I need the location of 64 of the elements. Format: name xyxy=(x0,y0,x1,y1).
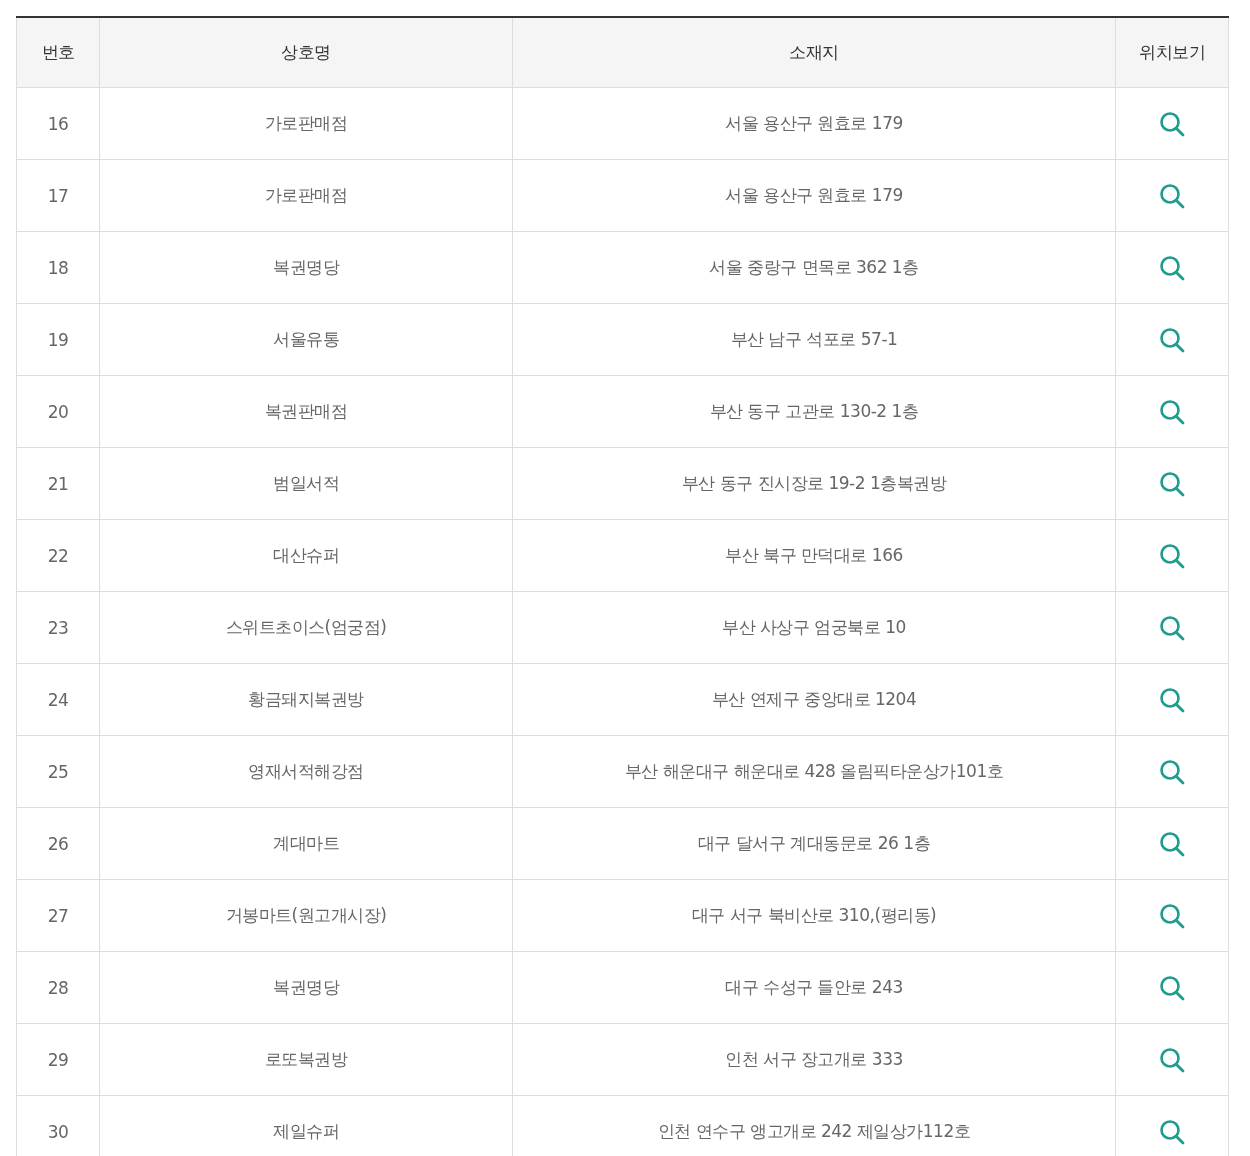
store-address: 대구 달서구 계대동문로 26 1층 xyxy=(697,833,931,853)
search-icon[interactable] xyxy=(1159,974,1185,1001)
row-number: 28 xyxy=(47,977,69,998)
store-address: 부산 남구 석포로 57-1 xyxy=(730,329,898,349)
search-icon[interactable] xyxy=(1159,110,1185,137)
store-name: 계대마트 xyxy=(273,833,339,853)
search-icon[interactable] xyxy=(1159,398,1185,425)
store-address: 부산 동구 고관로 130-2 1층 xyxy=(709,401,919,421)
store-name: 복권판매점 xyxy=(264,401,348,421)
store-name: 영재서적해강점 xyxy=(248,761,364,781)
store-address: 인천 서구 장고개로 333 xyxy=(725,1049,903,1069)
search-icon[interactable] xyxy=(1159,326,1185,353)
store-name: 서울유통 xyxy=(273,329,339,349)
row-number: 17 xyxy=(47,185,69,206)
search-icon[interactable] xyxy=(1159,1046,1185,1073)
column-header: 위치보기 xyxy=(1115,17,1229,88)
store-name: 복권명당 xyxy=(273,257,339,277)
row-number: 20 xyxy=(47,401,69,422)
store-name: 가로판매점 xyxy=(264,185,348,205)
store-address: 서울 용산구 원효로 179 xyxy=(725,113,903,133)
column-header: 번호 xyxy=(16,17,100,88)
store-name: 제일슈퍼 xyxy=(273,1121,339,1141)
store-address: 인천 연수구 앵고개로 242 제일상가112호 xyxy=(657,1121,971,1141)
search-icon[interactable] xyxy=(1159,614,1185,641)
row-number: 18 xyxy=(47,257,69,278)
store-address: 서울 중랑구 면목로 362 1층 xyxy=(709,257,919,277)
store-name: 거봉마트(원고개시장) xyxy=(225,905,387,925)
row-number: 22 xyxy=(47,545,69,566)
search-icon[interactable] xyxy=(1159,470,1185,497)
row-number: 25 xyxy=(47,761,69,782)
row-number: 23 xyxy=(47,617,69,638)
row-number: 30 xyxy=(47,1121,69,1142)
search-icon[interactable] xyxy=(1159,542,1185,569)
store-address: 대구 서구 북비산로 310,(평리동) xyxy=(691,905,937,925)
row-number: 26 xyxy=(47,833,69,854)
search-icon[interactable] xyxy=(1159,686,1185,713)
store-name: 로또복권방 xyxy=(264,1049,348,1069)
column-header: 상호명 xyxy=(99,17,513,88)
store-address: 서울 용산구 원효로 179 xyxy=(725,185,903,205)
store-name: 가로판매점 xyxy=(264,113,348,133)
search-icon[interactable] xyxy=(1159,182,1185,209)
row-number: 24 xyxy=(47,689,69,710)
store-address: 부산 북구 만덕대로 166 xyxy=(725,545,903,565)
store-address: 대구 수성구 들안로 243 xyxy=(725,977,903,997)
search-icon[interactable] xyxy=(1159,830,1185,857)
search-icon[interactable] xyxy=(1159,254,1185,281)
store-name: 스위트초이스(엄궁점) xyxy=(225,617,387,637)
row-number: 21 xyxy=(47,473,69,494)
store-address: 부산 연제구 중앙대로 1204 xyxy=(711,689,917,709)
row-number: 27 xyxy=(47,905,69,926)
store-name: 대산슈퍼 xyxy=(273,545,339,565)
search-icon[interactable] xyxy=(1159,902,1185,929)
store-address: 부산 동구 진시장로 19-2 1층복권방 xyxy=(681,473,947,493)
store-address: 부산 사상구 엄궁북로 10 xyxy=(722,617,906,637)
store-address: 부산 해운대구 해운대로 428 올림픽타운상가101호 xyxy=(624,761,1004,781)
column-header: 소재지 xyxy=(512,17,1116,88)
row-number: 19 xyxy=(47,329,69,350)
search-icon[interactable] xyxy=(1159,1118,1185,1145)
store-name: 복권명당 xyxy=(273,977,339,997)
search-icon[interactable] xyxy=(1159,758,1185,785)
row-number: 29 xyxy=(47,1049,69,1070)
store-name: 황금돼지복권방 xyxy=(248,689,364,709)
row-number: 16 xyxy=(47,113,69,134)
store-name: 범일서적 xyxy=(273,473,339,493)
